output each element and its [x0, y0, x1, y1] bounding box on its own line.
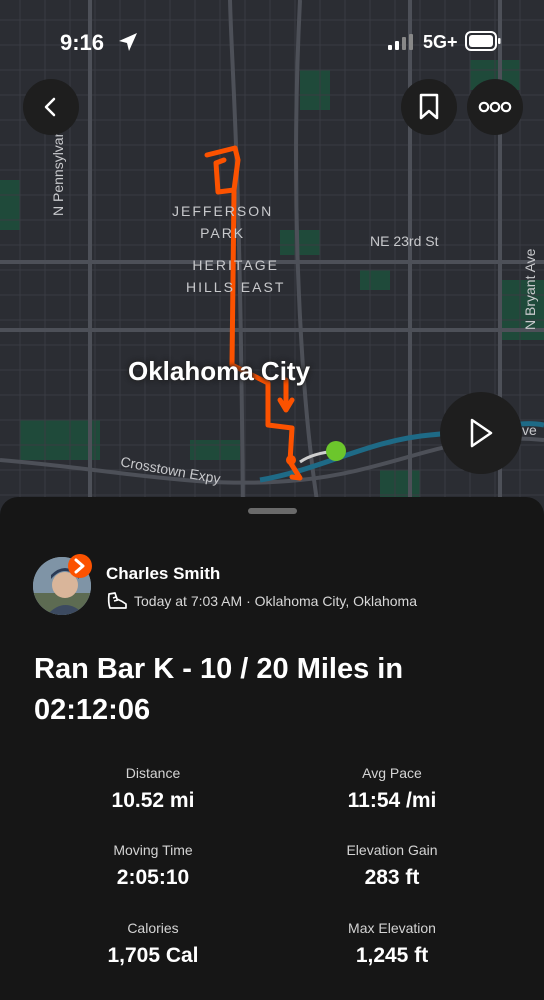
stat-value: 283 ft	[364, 866, 420, 889]
stat-value: 1,245 ft	[355, 944, 429, 967]
stat-label: Moving Time	[113, 842, 193, 858]
location-arrow-icon	[119, 33, 137, 51]
battery-icon	[465, 31, 501, 51]
bookmark-button[interactable]	[401, 79, 457, 135]
stat-distance: Distance 10.52 mi	[33, 765, 273, 813]
sheet-drag-handle[interactable]	[248, 508, 297, 514]
stat-value: 1,705 Cal	[107, 944, 199, 967]
map-label-n-bryant: N Bryant Ave	[522, 248, 538, 330]
stat-max-elevation: Max Elevation 1,245 ft	[272, 920, 512, 968]
stat-value: 11:54 /mi	[347, 789, 437, 812]
run-shoe-icon	[107, 592, 127, 609]
activity-title: Ran Bar K - 10 / 20 Miles in 02:12:06	[34, 653, 404, 726]
map-label-jefferson-park: JEFFERSON PARK	[172, 203, 274, 241]
subscriber-badge-icon	[68, 554, 92, 578]
more-icon	[478, 101, 512, 113]
network-type: 5G+	[423, 32, 458, 52]
map-label-heritage-hills: HERITAGE HILLS EAST	[186, 257, 286, 295]
cellular-signal-icon	[388, 34, 413, 50]
activity-sheet: Charles Smith Today at 7:03 AM · Oklahom…	[0, 497, 544, 1000]
stat-label: Elevation Gain	[346, 842, 438, 858]
stat-label: Max Elevation	[348, 920, 436, 936]
map-label-ne-23rd: NE 23rd St	[370, 233, 439, 249]
stat-avg-pace: Avg Pace 11:54 /mi	[272, 765, 512, 813]
athlete-name[interactable]: Charles Smith	[106, 564, 220, 584]
route-map[interactable]: JEFFERSON PARK HERITAGE HILLS EAST NE 23…	[0, 0, 544, 520]
stat-label: Distance	[125, 765, 181, 781]
more-options-button[interactable]	[467, 79, 523, 135]
play-icon	[470, 418, 493, 448]
activity-meta: Today at 7:03 AM · Oklahoma City, Oklaho…	[134, 593, 417, 609]
stat-calories: Calories 1,705 Cal	[33, 920, 273, 968]
stat-label: Calories	[127, 920, 179, 936]
stat-moving-time: Moving Time 2:05:10	[33, 842, 273, 890]
stat-value: 10.52 mi	[111, 789, 195, 812]
status-bar: 9:16 5G+	[0, 0, 544, 80]
bookmark-icon	[419, 93, 439, 120]
stat-value: 2:05:10	[116, 866, 190, 889]
map-label-ave-fragment: ve	[522, 422, 537, 438]
back-button[interactable]	[23, 79, 79, 135]
stat-label: Avg Pace	[362, 765, 422, 781]
status-time: 9:16	[60, 30, 105, 55]
play-flyover-button[interactable]	[440, 392, 522, 474]
stat-elevation-gain: Elevation Gain 283 ft	[272, 842, 512, 890]
map-label-city: Oklahoma City	[128, 356, 311, 386]
chevron-left-icon	[44, 97, 56, 117]
